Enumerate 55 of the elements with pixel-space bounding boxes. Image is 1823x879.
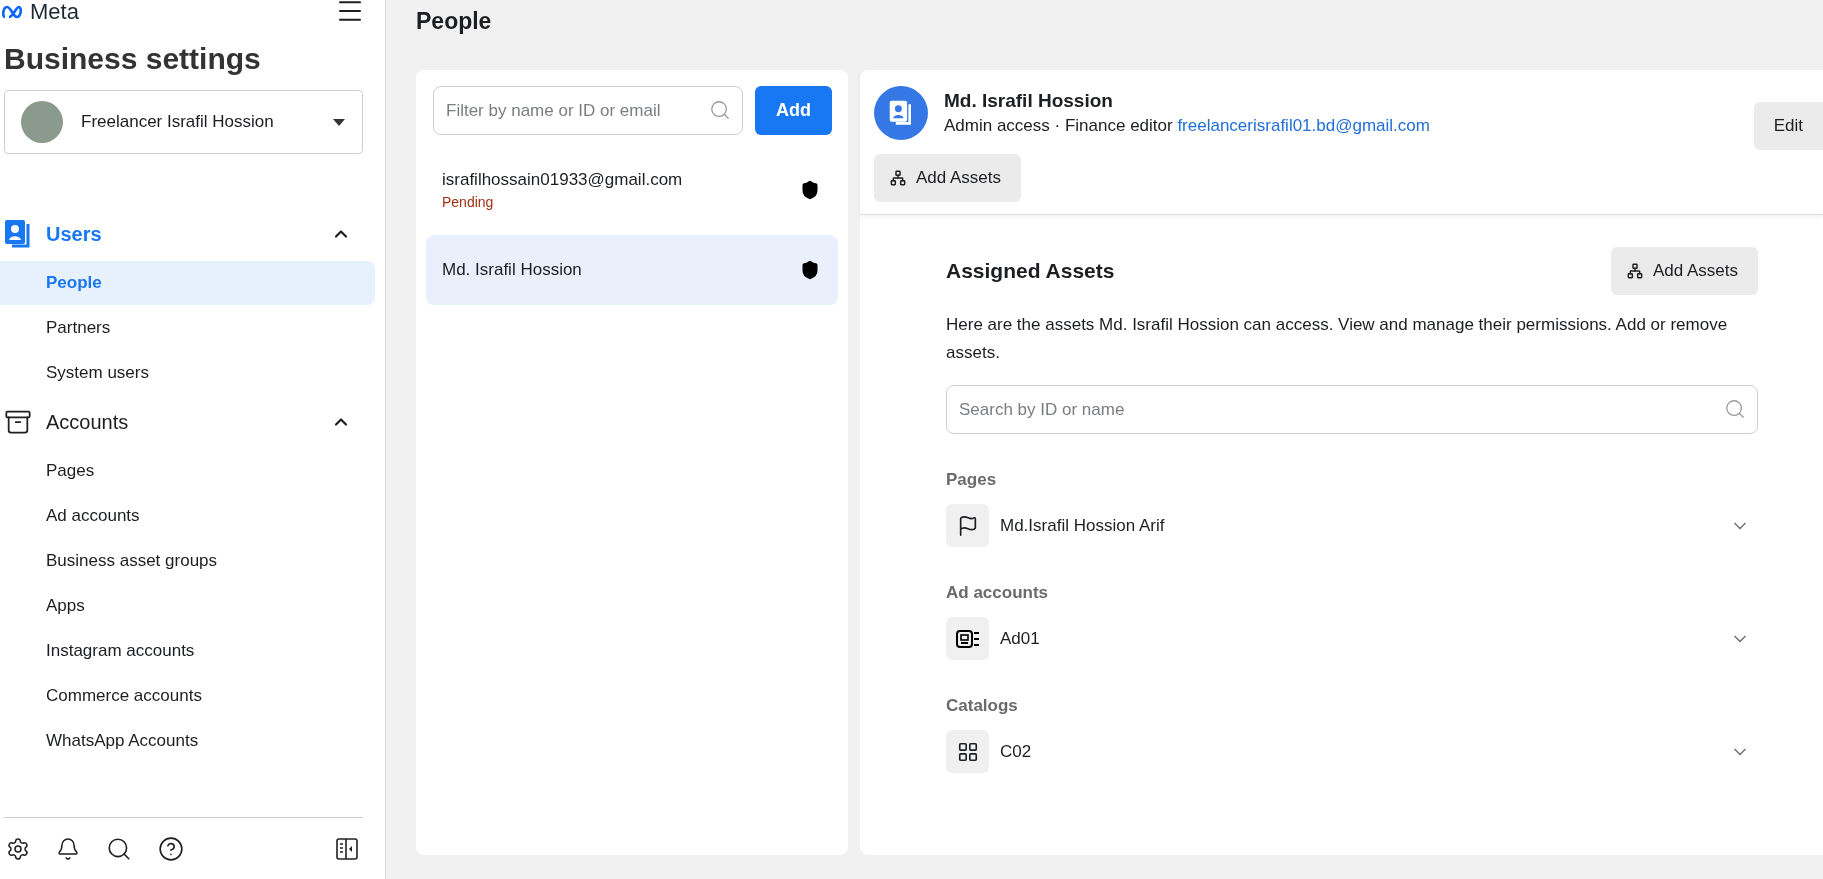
edit-button[interactable]: Edit — [1753, 102, 1823, 150]
add-assets-button[interactable]: Add Assets — [874, 154, 1022, 202]
nav-item[interactable]: Business asset groups — [0, 539, 375, 583]
nav-item[interactable]: People — [0, 261, 375, 305]
description-text: Here are the assets Md. Israfil Hossion can access. View and manage their permissions. Add or remove assets. — [946, 314, 1729, 364]
ad-card-icon — [955, 628, 980, 649]
add-assets-button[interactable]: Add Assets — [1610, 247, 1758, 295]
nav-item[interactable]: Pages — [0, 449, 375, 493]
asset-row[interactable]: Ad01 — [946, 617, 1758, 660]
group-label: Catalogs — [946, 696, 1019, 716]
archive-box-icon — [4, 408, 32, 436]
nodes-icon — [890, 170, 906, 186]
asset-row[interactable]: C02 — [946, 730, 1758, 773]
dropdown-caret-icon — [332, 117, 346, 127]
bell-icon[interactable] — [56, 836, 80, 861]
email-link[interactable]: freelancerisrafil01.bd@gmail.com — [1177, 116, 1430, 135]
user-avatar-icon — [874, 86, 928, 140]
role-text: Admin access · Finance editor — [944, 116, 1173, 135]
account-switcher[interactable]: Freelancer Israfil Hossion — [4, 90, 363, 154]
search-icon — [709, 99, 731, 121]
nav-item[interactable]: System users — [0, 351, 375, 395]
person-row[interactable]: israfilhossain01933@gmail.com Pending — [426, 155, 838, 225]
asset-search-field[interactable]: Search by ID or name — [946, 385, 1758, 434]
settings-icon[interactable] — [6, 836, 30, 861]
search-icon — [1724, 398, 1746, 420]
group-label: Pages — [946, 470, 998, 490]
nav-section-header[interactable]: Accounts — [0, 396, 385, 448]
section-title: Assigned Assets — [946, 259, 1115, 283]
nav-item[interactable]: WhatsApp Accounts — [0, 719, 375, 763]
shield-icon — [800, 260, 820, 280]
panel-toggle-icon[interactable] — [335, 836, 359, 861]
nav-item[interactable]: Ad accounts — [0, 494, 375, 538]
nav-section-header[interactable]: Users — [0, 208, 385, 260]
nodes-icon — [1626, 263, 1643, 279]
avatar-placeholder — [21, 101, 63, 143]
nav-item[interactable]: Instagram accounts — [0, 629, 375, 673]
person-name: Md. Israfil Hossion — [944, 90, 1114, 112]
nav-item[interactable]: Commerce accounts — [0, 674, 375, 718]
user-card-icon — [4, 219, 32, 249]
person-name: israfilhossain01933@gmail.com — [442, 170, 683, 190]
page-title: People — [416, 8, 493, 32]
person-name: Md. Israfil Hossion — [442, 260, 582, 280]
meta-logo[interactable]: Meta — [2, 0, 79, 25]
nav-item[interactable]: Apps — [0, 584, 375, 628]
shield-icon — [800, 180, 820, 200]
help-icon[interactable] — [158, 835, 184, 862]
filter-field[interactable]: Filter by name or ID or email — [433, 86, 743, 135]
group-label: Ad accounts — [946, 583, 1050, 603]
grid-icon — [956, 740, 979, 763]
add-button[interactable]: Add — [755, 86, 832, 135]
asset-row[interactable]: Md.Israfil Hossion Arif — [946, 504, 1758, 547]
status-label: Pending — [442, 194, 495, 210]
person-row[interactable]: Md. Israfil Hossion — [426, 235, 838, 305]
nav-item[interactable]: Partners — [0, 306, 375, 350]
sidebar-title: Business settings — [4, 42, 262, 76]
